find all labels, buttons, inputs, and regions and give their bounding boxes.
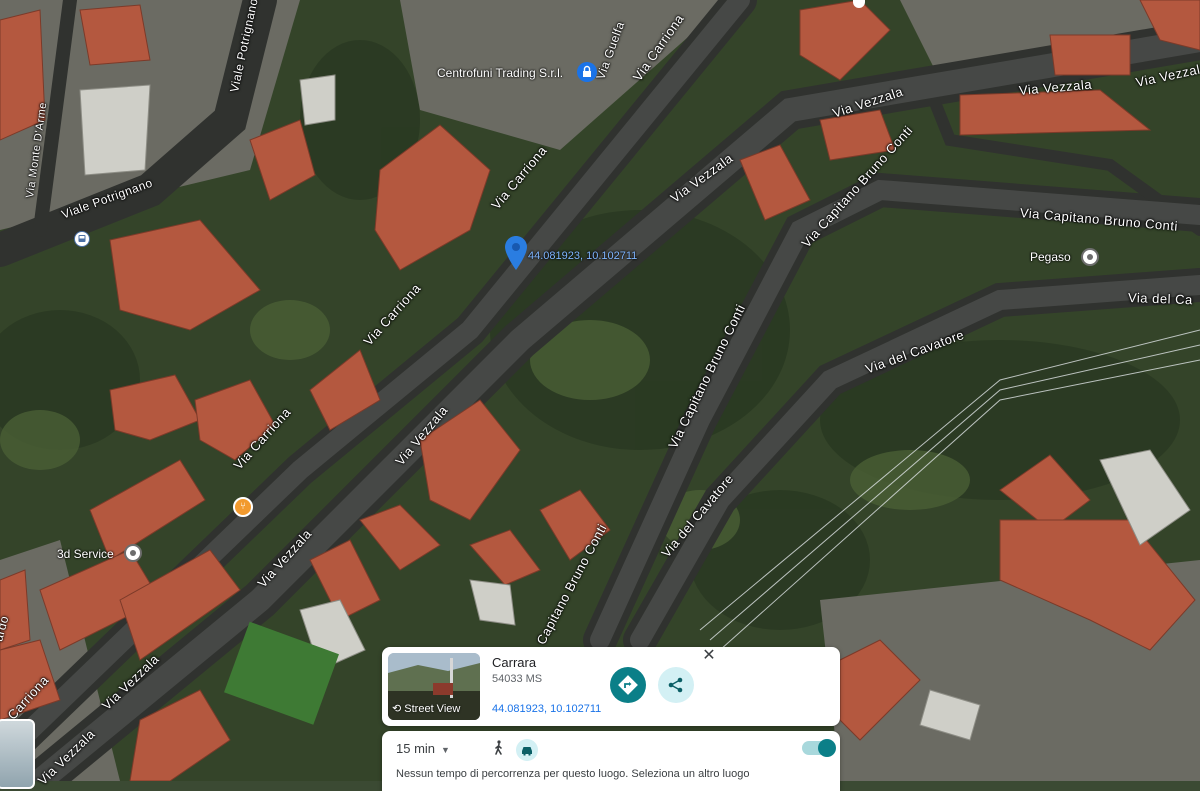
- bus-stop-icon[interactable]: [74, 231, 90, 247]
- travel-time-panel: 15 min ▼ Nessun tempo di percorrenza per …: [382, 731, 840, 791]
- place-postal: 54033 MS: [492, 673, 543, 685]
- travel-time-value: 15 min: [396, 741, 436, 756]
- street-view-icon: ⟲: [392, 703, 402, 715]
- poi-3d-service-label[interactable]: 3d Service: [57, 547, 114, 561]
- travel-time-dropdown[interactable]: 15 min ▼: [396, 741, 450, 756]
- place-info-card: ⟲ Street View Carrara 54033 MS 44.081923…: [382, 647, 840, 726]
- street-view-label[interactable]: ⟲ Street View: [392, 702, 460, 715]
- place-coordinates[interactable]: 44.081923, 10.102711: [492, 703, 601, 715]
- location-pin-icon[interactable]: [505, 236, 527, 270]
- layers-thumbnail[interactable]: [0, 719, 35, 789]
- share-button[interactable]: [658, 667, 694, 703]
- toggle-knob: [818, 739, 836, 757]
- driving-mode-button[interactable]: [516, 739, 538, 761]
- directions-icon: [618, 675, 638, 695]
- directions-button[interactable]: [610, 667, 646, 703]
- poi-centrofuni-label[interactable]: Centrofuni Trading S.r.l.: [437, 66, 563, 80]
- travel-time-message: Nessun tempo di percorrenza per questo l…: [396, 768, 750, 780]
- poi-pegaso-label[interactable]: Pegaso: [1030, 250, 1071, 264]
- chevron-down-icon: ▼: [441, 745, 450, 755]
- place-name: Carrara: [492, 655, 537, 670]
- street-view-thumbnail[interactable]: ⟲ Street View: [388, 653, 480, 720]
- pegaso-pin-icon[interactable]: [1081, 248, 1099, 266]
- 3d-service-pin-icon[interactable]: [124, 544, 142, 562]
- car-icon: [522, 747, 532, 756]
- walking-icon[interactable]: [490, 739, 508, 757]
- lock-icon[interactable]: [577, 62, 597, 82]
- close-icon[interactable]: ✕: [700, 647, 718, 665]
- restaurant-icon[interactable]: ⑂: [233, 497, 253, 517]
- share-icon: [668, 677, 683, 693]
- travel-time-toggle[interactable]: [802, 739, 836, 757]
- pin-coordinates-label: 44.081923, 10.102711: [528, 250, 638, 262]
- street-label-via-del-cavatore-3: Via del Ca: [1127, 290, 1193, 308]
